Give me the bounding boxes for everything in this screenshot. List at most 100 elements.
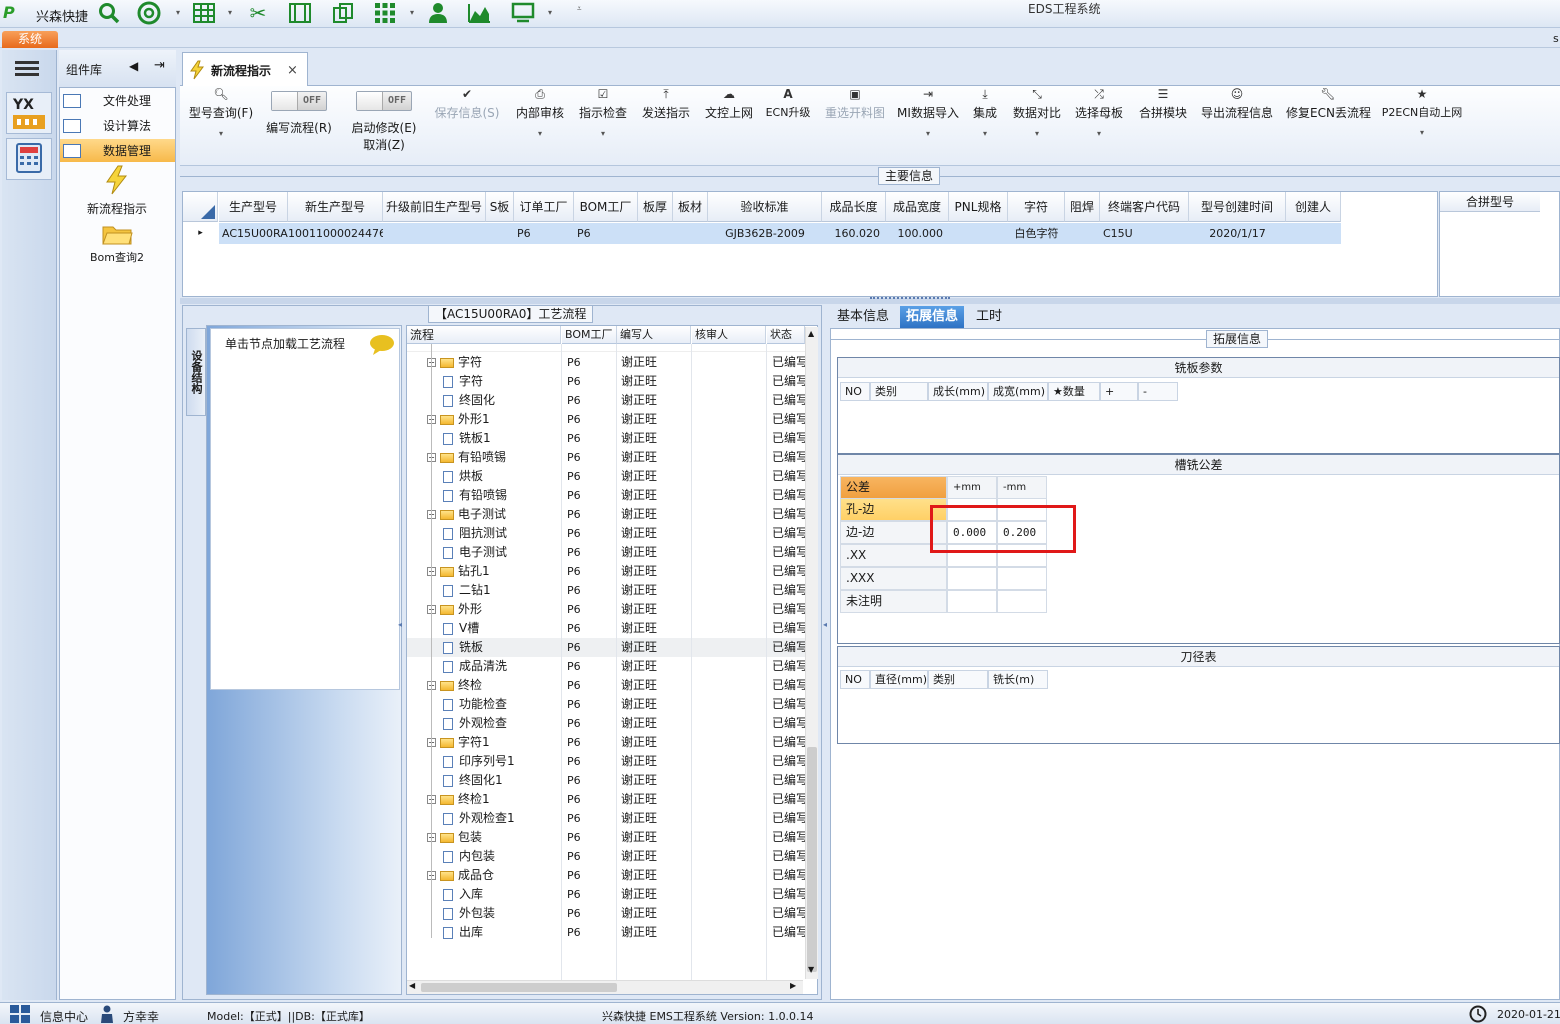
vertical-scrollbar[interactable]: ▲ ▼	[805, 327, 818, 979]
reselect-cut-chart-button[interactable]: ▣ 重选开料图	[822, 86, 888, 121]
grid-column-header[interactable]: 订单工厂	[514, 192, 574, 222]
grid-column-header[interactable]: 成品长度	[822, 192, 886, 222]
chevron-down-icon[interactable]: ▾	[512, 129, 568, 138]
grid-cell[interactable]	[638, 223, 673, 244]
tree-row[interactable]: 内包装 P6 谢正旺 已编写	[407, 847, 805, 866]
tree-row[interactable]: 成品清洗 P6 谢正旺 已编写	[407, 657, 805, 676]
tree-row[interactable]: −终检1 P6 谢正旺 已编写	[407, 790, 805, 809]
grid-column-header[interactable]: 新生产型号	[288, 192, 383, 222]
grid-column-header[interactable]: 字符	[1008, 192, 1065, 222]
tree-node[interactable]: 烘板	[443, 467, 561, 486]
tool-column-header[interactable]: 直径(mm)	[870, 670, 928, 689]
grid-column-header[interactable]: 成品宽度	[886, 192, 949, 222]
windows-grid-icon[interactable]	[10, 1005, 32, 1023]
tree-node[interactable]: −电子测试	[427, 505, 561, 524]
tree-node[interactable]: −字符1	[427, 733, 561, 752]
tile-new-flow[interactable]: 新流程指示	[62, 165, 172, 216]
tree-node[interactable]: 外观检查	[443, 714, 561, 733]
tree-node[interactable]: −字符	[427, 353, 561, 372]
tree-column-header[interactable]: 核审人	[692, 326, 766, 344]
tree-node[interactable]: 铣板	[443, 638, 561, 657]
integrate-button[interactable]: ⤓ 集成 ▾	[968, 86, 1002, 138]
mi-data-import-button[interactable]: ⇥ MI数据导入 ▾	[896, 86, 960, 138]
tree-row[interactable]: −终检 P6 谢正旺 已编写	[407, 676, 805, 695]
calculator-module-button[interactable]	[6, 138, 52, 180]
tree-column-header[interactable]: 编写人	[617, 326, 691, 344]
milling-column-header[interactable]: NO	[840, 382, 870, 401]
chevron-down-icon[interactable]: ▾	[1380, 128, 1464, 137]
model-query-button[interactable]: 🔍︎ 型号查询(F) ▾	[186, 86, 256, 138]
ecn-upgrade-button[interactable]: A ECN升级	[764, 86, 812, 120]
grid-column-header[interactable]: PNL规格	[949, 192, 1008, 222]
copy-icon[interactable]	[330, 0, 356, 26]
grid-column-header[interactable]: 升级前旧生产型号	[383, 192, 486, 222]
milling-column-header[interactable]: 类别	[870, 382, 928, 401]
grid-cell[interactable]: 2020/1/17	[1189, 223, 1286, 244]
collapse-handle-icon[interactable]: ◂	[823, 620, 827, 629]
milling-column-header[interactable]: -	[1138, 382, 1178, 401]
instruction-check-button[interactable]: ☑ 指示检查 ▾	[576, 86, 630, 138]
chevron-down-icon[interactable]: ▾	[176, 8, 180, 17]
tree-node[interactable]: −终检	[427, 676, 561, 695]
pin-panel-icon[interactable]: ⇥	[154, 58, 165, 73]
grid-cell[interactable]	[1065, 223, 1100, 244]
tree-row[interactable]: 外观检查 P6 谢正旺 已编写	[407, 714, 805, 733]
chevron-down-icon[interactable]: ▾	[896, 129, 960, 138]
repair-ecn-flow-button[interactable]: 🔧︎ 修复ECN丢流程	[1286, 86, 1371, 121]
chevron-down-icon[interactable]: ▾	[968, 129, 1002, 138]
grid-cell[interactable]	[673, 223, 708, 244]
system-menu-tab[interactable]: 系统	[2, 31, 58, 48]
save-info-button[interactable]: ✔ 保存信息(S)	[432, 86, 502, 121]
grid-cell[interactable]: GJB362B-2009	[708, 223, 822, 244]
tree-node[interactable]: 铣板1	[443, 429, 561, 448]
tree-node[interactable]: 成品清洗	[443, 657, 561, 676]
tree-row[interactable]: 烘板 P6 谢正旺 已编写	[407, 467, 805, 486]
scroll-down-icon[interactable]: ▼	[808, 965, 814, 974]
comp-item-data-management[interactable]: 数据管理	[60, 139, 175, 162]
tree-row[interactable]: −字符1 P6 谢正旺 已编写	[407, 733, 805, 752]
edit-flow-toggle[interactable]: OFF	[271, 91, 327, 111]
grid-column-header[interactable]: 终端客户代码	[1100, 192, 1189, 222]
tree-node[interactable]: 入库	[443, 885, 561, 904]
milling-column-header[interactable]: 成宽(mm)	[988, 382, 1048, 401]
scroll-left-icon[interactable]: ◀	[409, 981, 415, 990]
grid-cell[interactable]: C15U	[1100, 223, 1189, 244]
chevron-down-icon[interactable]: ▾	[186, 129, 256, 138]
tree-node[interactable]: V槽	[443, 619, 561, 638]
tree-node[interactable]: 外观检查1	[443, 809, 561, 828]
grid-column-header[interactable]: 阻焊	[1065, 192, 1100, 222]
grid-apps-icon[interactable]	[372, 0, 398, 26]
tree-node[interactable]: −终检1	[427, 790, 561, 809]
search-icon[interactable]	[96, 0, 122, 26]
grid-column-header[interactable]: 验收标准	[708, 192, 822, 222]
grid-cell[interactable]: 100.000	[886, 223, 949, 244]
collapse-handle-icon[interactable]: ◂	[398, 620, 402, 629]
chevron-down-icon[interactable]: ▾	[548, 8, 552, 17]
chevron-down-icon[interactable]: ▾	[1072, 129, 1126, 138]
tree-node[interactable]: 功能检查	[443, 695, 561, 714]
tree-row[interactable]: 铣板1 P6 谢正旺 已编写	[407, 429, 805, 448]
area-chart-icon[interactable]	[466, 0, 492, 26]
tree-column-header[interactable]: BOM工厂	[562, 326, 617, 344]
tolerance-plus-input[interactable]	[947, 590, 997, 613]
tree-row[interactable]: −有铅喷锡 P6 谢正旺 已编写	[407, 448, 805, 467]
info-center-link[interactable]: 信息中心	[40, 1008, 88, 1024]
comp-item-file-processing[interactable]: 文件处理	[60, 89, 175, 112]
tree-row[interactable]: 外包装 P6 谢正旺 已编写	[407, 904, 805, 923]
tree-row[interactable]: −钻孔1 P6 谢正旺 已编写	[407, 562, 805, 581]
tree-row[interactable]: 阻抗测试 P6 谢正旺 已编写	[407, 524, 805, 543]
tree-row[interactable]: V槽 P6 谢正旺 已编写	[407, 619, 805, 638]
tree-column-header[interactable]: 状态	[767, 326, 805, 344]
tab-new-flow[interactable]: 新流程指示 ×	[182, 52, 308, 87]
tab-basic-info[interactable]: 基本信息	[831, 306, 895, 328]
collapse-left-icon[interactable]: ◀	[129, 59, 138, 73]
tree-row[interactable]: −外形1 P6 谢正旺 已编写	[407, 410, 805, 429]
grid-column-header[interactable]: 型号创建时间	[1189, 192, 1286, 222]
tree-row[interactable]: 外观检查1 P6 谢正旺 已编写	[407, 809, 805, 828]
tree-row[interactable]: −电子测试 P6 谢正旺 已编写	[407, 505, 805, 524]
monitor-icon[interactable]	[510, 0, 536, 26]
export-flow-info-button[interactable]: ☺ 导出流程信息	[1198, 86, 1276, 121]
tool-column-header[interactable]: 铣长(m)	[988, 670, 1048, 689]
grid-cell[interactable]: 160.020	[822, 223, 886, 244]
grid-cell[interactable]: P6	[574, 223, 638, 244]
